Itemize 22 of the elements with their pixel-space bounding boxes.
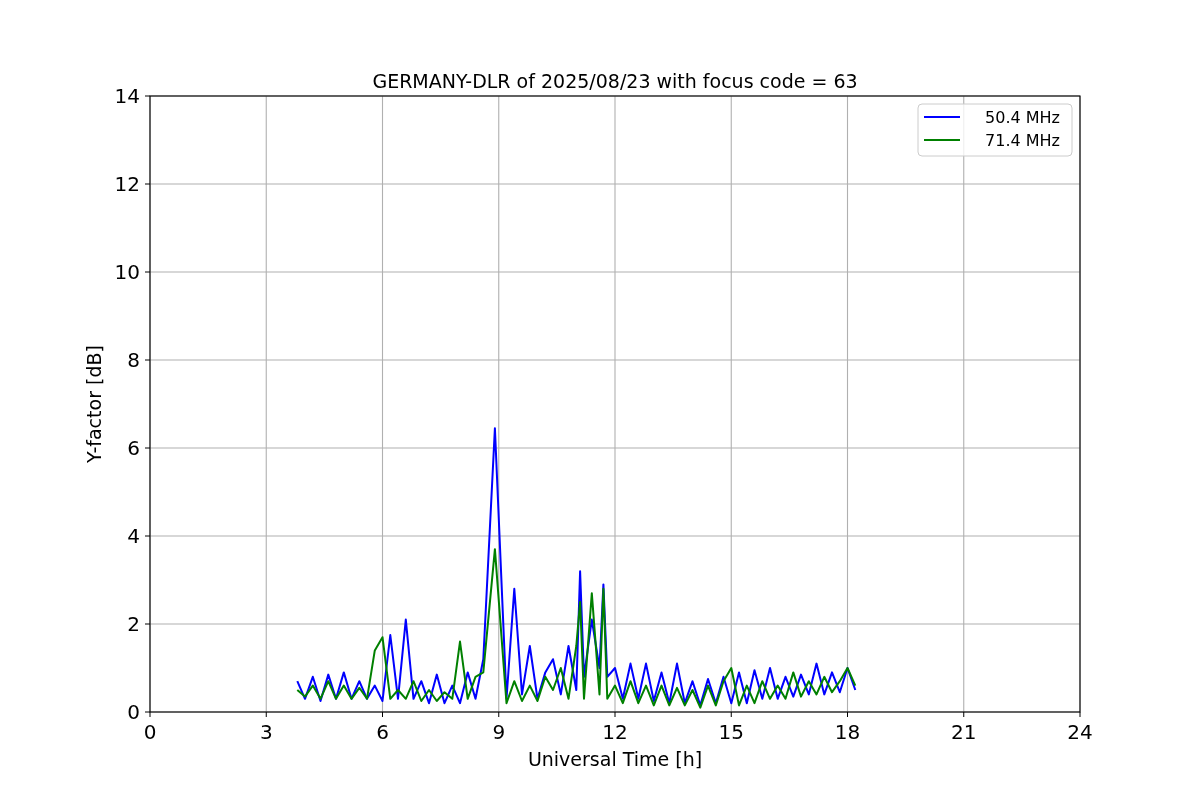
y-tick-label: 2 (127, 612, 140, 636)
y-tick-label: 12 (114, 172, 140, 196)
y-axis-label: Y-factor [dB] (83, 345, 105, 463)
legend-label: 71.4 MHz (985, 131, 1060, 150)
x-tick-label: 15 (718, 720, 744, 744)
x-tick-label: 18 (834, 720, 861, 744)
x-tick-label: 6 (376, 720, 389, 744)
x-tick-label: 0 (143, 720, 157, 744)
y-tick-label: 14 (114, 84, 140, 108)
x-tick-label: 21 (951, 720, 977, 744)
x-tick-label: 12 (602, 720, 628, 744)
y-tick-label: 10 (114, 260, 140, 284)
x-tick-label: 3 (259, 720, 273, 744)
legend-label: 50.4 MHz (985, 108, 1060, 127)
x-tick-label: 24 (1067, 720, 1093, 744)
x-tick-label: 9 (492, 720, 506, 744)
y-tick-label: 8 (127, 348, 140, 372)
y-tick-label: 6 (127, 436, 140, 460)
y-tick-label: 0 (127, 700, 140, 724)
x-axis-label: Universal Time [h] (527, 748, 703, 770)
chart-title: GERMANY-DLR of 2025/08/23 with focus code = 63 (372, 70, 858, 92)
y-tick-label: 4 (127, 524, 140, 548)
